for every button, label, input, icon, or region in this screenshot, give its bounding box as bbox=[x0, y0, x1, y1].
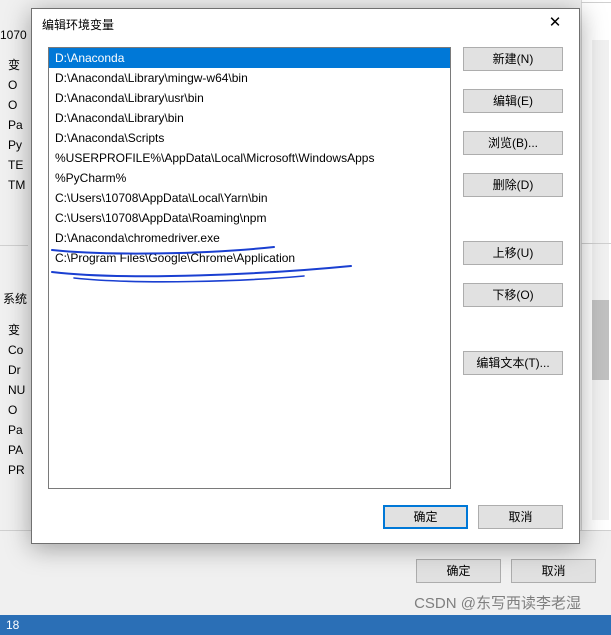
bg-var-list-bottom: 变CoDrNUOPaPAPR bbox=[8, 320, 25, 480]
bg-label-fragment: 变 bbox=[8, 320, 25, 340]
path-list-item[interactable]: D:\Anaconda bbox=[49, 48, 450, 68]
bg-ok-button[interactable]: 确定 bbox=[416, 559, 501, 583]
browse-button[interactable]: 浏览(B)... bbox=[463, 131, 563, 155]
bg-label-fragment: O bbox=[8, 400, 25, 420]
bg-label-fragment: PR bbox=[8, 460, 25, 480]
watermark-text: CSDN @东写西读李老湿 bbox=[414, 592, 581, 613]
bg-scrollbar-track[interactable] bbox=[592, 40, 609, 520]
path-list-item[interactable]: D:\Anaconda\Scripts bbox=[49, 128, 450, 148]
bg-border bbox=[581, 243, 611, 244]
bg-label-fragment: Py bbox=[8, 135, 25, 155]
movedown-button[interactable]: 下移(O) bbox=[463, 283, 563, 307]
path-listbox[interactable]: D:\AnacondaD:\Anaconda\Library\mingw-w64… bbox=[48, 47, 451, 489]
bg-label-fragment: 变 bbox=[8, 55, 25, 75]
bg-label-fragment: PA bbox=[8, 440, 25, 460]
bg-var-list-top: 变OOPaPyTETM bbox=[8, 55, 25, 195]
path-list-item[interactable]: C:\Users\10708\AppData\Roaming\npm bbox=[49, 208, 450, 228]
close-icon[interactable]: ✕ bbox=[535, 10, 575, 38]
bg-cancel-button[interactable]: 取消 bbox=[511, 559, 596, 583]
dialog-button-column: 新建(N) 编辑(E) 浏览(B)... 删除(D) 上移(U) 下移(O) 编… bbox=[463, 47, 563, 489]
cancel-button[interactable]: 取消 bbox=[478, 505, 563, 529]
dialog-title: 编辑环境变量 bbox=[42, 16, 114, 33]
path-list-item[interactable]: D:\Anaconda\Library\mingw-w64\bin bbox=[49, 68, 450, 88]
bg-divider bbox=[0, 245, 28, 246]
moveup-button[interactable]: 上移(U) bbox=[463, 241, 563, 265]
bg-label-fragment: O bbox=[8, 95, 25, 115]
status-bar: 18 bbox=[0, 615, 611, 635]
bg-border bbox=[581, 2, 611, 3]
bg-dialog-footer: 确定 取消 bbox=[416, 559, 596, 583]
dialog-footer: 确定 取消 bbox=[32, 495, 579, 543]
new-button[interactable]: 新建(N) bbox=[463, 47, 563, 71]
path-list-item[interactable]: C:\Users\10708\AppData\Local\Yarn\bin bbox=[49, 188, 450, 208]
bg-label-fragment: Pa bbox=[8, 420, 25, 440]
bg-number-fragment: 1070 bbox=[0, 28, 27, 42]
edit-button[interactable]: 编辑(E) bbox=[463, 89, 563, 113]
edittext-button[interactable]: 编辑文本(T)... bbox=[463, 351, 563, 375]
edit-env-var-dialog: 编辑环境变量 ✕ D:\AnacondaD:\Anaconda\Library\… bbox=[31, 8, 580, 544]
bg-label-fragment: Co bbox=[8, 340, 25, 360]
delete-button[interactable]: 删除(D) bbox=[463, 173, 563, 197]
path-list-item[interactable]: D:\Anaconda\chromedriver.exe bbox=[49, 228, 450, 248]
dialog-titlebar[interactable]: 编辑环境变量 ✕ bbox=[32, 9, 579, 39]
bg-label-fragment: Pa bbox=[8, 115, 25, 135]
bg-label-fragment: O bbox=[8, 75, 25, 95]
bg-label-fragment: TE bbox=[8, 155, 25, 175]
bg-label-fragment: Dr bbox=[8, 360, 25, 380]
path-list-item[interactable]: %USERPROFILE%\AppData\Local\Microsoft\Wi… bbox=[49, 148, 450, 168]
bg-label-fragment: NU bbox=[8, 380, 25, 400]
path-list-item[interactable]: D:\Anaconda\Library\usr\bin bbox=[49, 88, 450, 108]
path-list-item[interactable]: %PyCharm% bbox=[49, 168, 450, 188]
bg-section-label: 系统 bbox=[0, 290, 27, 307]
ok-button[interactable]: 确定 bbox=[383, 505, 468, 529]
bg-label-fragment: TM bbox=[8, 175, 25, 195]
path-list-item[interactable]: D:\Anaconda\Library\bin bbox=[49, 108, 450, 128]
path-list-item[interactable]: C:\Program Files\Google\Chrome\Applicati… bbox=[49, 248, 450, 268]
bg-scrollbar-thumb[interactable] bbox=[592, 300, 609, 380]
